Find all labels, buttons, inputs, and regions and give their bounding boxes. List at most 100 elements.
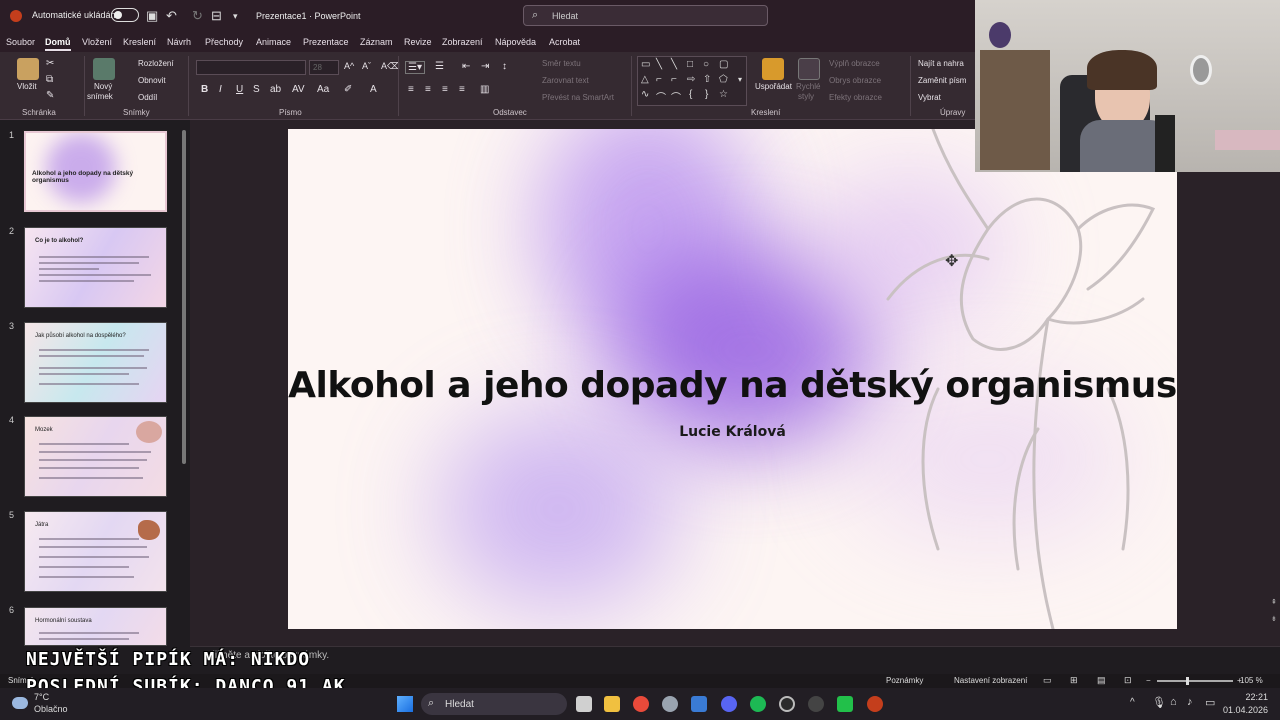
grow-font-icon[interactable]: A^ bbox=[344, 61, 354, 71]
select-button[interactable]: Vybrat bbox=[918, 93, 941, 102]
scroll-up-icon[interactable]: ⇞ bbox=[1271, 598, 1277, 606]
bold-icon[interactable]: B bbox=[201, 84, 208, 95]
oval-shape-icon[interactable]: ○ bbox=[703, 59, 709, 70]
increase-indent-icon[interactable]: ⇥ bbox=[481, 61, 489, 72]
notes-toggle-button[interactable]: Poznámky bbox=[886, 676, 923, 685]
search-box[interactable]: ⌕ Hledat bbox=[523, 5, 768, 26]
chrome-icon[interactable] bbox=[633, 696, 649, 712]
numbering-icon[interactable]: ☰ bbox=[435, 61, 444, 72]
discord-icon[interactable] bbox=[721, 696, 737, 712]
shapes-gallery[interactable]: ▭ ╲ ╲ □ ○ ▢ △ ⌐ ⌐ ⇨ ⇧ ⬠ ∿ ⌒ ⌒ { } ☆ ▾ bbox=[637, 56, 747, 106]
spacing-icon[interactable]: AV bbox=[292, 84, 305, 95]
slide-subtitle[interactable]: Lucie Králová bbox=[288, 424, 1177, 440]
underline-icon[interactable]: U bbox=[236, 84, 243, 95]
brace-shape-icon[interactable]: } bbox=[705, 89, 708, 100]
arrow-shape-icon[interactable]: ⇧ bbox=[703, 74, 711, 85]
arc-shape-icon[interactable]: ⌒ bbox=[656, 89, 666, 104]
slide-title[interactable]: Alkohol a jeho dopady na dětský organism… bbox=[288, 365, 1177, 406]
customize-qat-icon[interactable]: ▾ bbox=[233, 11, 238, 22]
clear-format-icon[interactable]: A⌫ bbox=[381, 61, 400, 72]
scroll-down-icon[interactable]: ⇟ bbox=[1271, 615, 1277, 623]
arrange-button[interactable]: Uspořádat bbox=[755, 82, 792, 91]
reset-button[interactable]: Obnovit bbox=[138, 76, 166, 85]
connector-shape-icon[interactable]: ⌐ bbox=[671, 74, 677, 85]
tab-insert[interactable]: Vložení bbox=[82, 37, 112, 47]
slide-thumbnail-5[interactable]: Játra bbox=[24, 511, 167, 592]
weather-temp[interactable]: 7°C bbox=[34, 692, 49, 702]
arrow-shape-icon[interactable]: ⇨ bbox=[687, 74, 695, 85]
volume-icon[interactable]: ♪ bbox=[1187, 696, 1193, 708]
arrange-icon[interactable] bbox=[762, 58, 784, 80]
columns-icon[interactable]: ▥ bbox=[480, 84, 489, 95]
network-icon[interactable]: ⌂ bbox=[1170, 696, 1177, 708]
arc-shape-icon[interactable]: ⌒ bbox=[671, 89, 681, 104]
slide-thumbnail-2[interactable]: Co je to alkohol? bbox=[24, 227, 167, 308]
line-spacing-icon[interactable]: ↕ bbox=[502, 61, 507, 72]
shape-fill-button[interactable]: Výplň obrazce bbox=[829, 59, 880, 68]
weather-text[interactable]: Oblačno bbox=[34, 704, 68, 714]
star-shape-icon[interactable]: ☆ bbox=[719, 89, 728, 100]
cut-icon[interactable]: ✂ bbox=[46, 58, 54, 69]
clock-time[interactable]: 22:21 bbox=[1222, 692, 1268, 702]
tab-help[interactable]: Nápověda bbox=[495, 37, 536, 47]
slide-thumbnail-1[interactable]: Alkohol a jeho dopady na dětský organism… bbox=[24, 131, 167, 212]
zoom-slider[interactable] bbox=[1157, 680, 1233, 682]
photos-icon[interactable] bbox=[691, 696, 707, 712]
align-right-icon[interactable]: ≡ bbox=[442, 84, 448, 95]
save-icon[interactable]: ▣ bbox=[146, 8, 158, 24]
section-button[interactable]: Oddíl bbox=[138, 93, 157, 102]
rectangle-shape-icon[interactable]: □ bbox=[687, 59, 693, 70]
strikethrough-icon[interactable]: ab bbox=[270, 84, 281, 95]
tab-acrobat[interactable]: Acrobat bbox=[549, 37, 580, 47]
tab-transitions[interactable]: Přechody bbox=[205, 37, 243, 47]
font-size-input[interactable]: 28 bbox=[309, 60, 339, 75]
thumbnail-scrollbar[interactable] bbox=[182, 130, 186, 464]
notes-pane[interactable]: Klikněte a vložte poznámky. bbox=[190, 646, 1280, 674]
spotify-icon[interactable] bbox=[750, 696, 766, 712]
slideshow-view-icon[interactable]: ⊡ bbox=[1124, 675, 1132, 686]
autosave-toggle[interactable] bbox=[111, 8, 139, 22]
tab-review[interactable]: Revize bbox=[404, 37, 432, 47]
tab-design[interactable]: Návrh bbox=[167, 37, 191, 47]
highlight-icon[interactable]: ✐ bbox=[344, 84, 352, 95]
app-icon[interactable] bbox=[808, 696, 824, 712]
font-color-icon[interactable]: A bbox=[370, 84, 377, 95]
slide-thumbnail-4[interactable]: Mozek bbox=[24, 416, 167, 497]
zoom-slider-thumb[interactable] bbox=[1186, 677, 1189, 685]
file-explorer-icon[interactable] bbox=[604, 696, 620, 712]
new-slide-icon[interactable] bbox=[93, 58, 115, 80]
shape-effects-button[interactable]: Efekty obrazce bbox=[829, 93, 882, 102]
justify-icon[interactable]: ≡ bbox=[459, 84, 465, 95]
powerpoint-taskbar-icon[interactable] bbox=[867, 696, 883, 712]
zoom-level[interactable]: 105 % bbox=[1240, 676, 1263, 685]
view-settings-button[interactable]: Nastavení zobrazení bbox=[954, 676, 1027, 685]
replace-button[interactable]: Zaměnit písm bbox=[918, 76, 966, 85]
clock-date[interactable]: 01.04.2026 bbox=[1222, 705, 1268, 715]
triangle-shape-icon[interactable]: △ bbox=[641, 74, 649, 85]
tab-file[interactable]: Soubor bbox=[6, 37, 35, 47]
taskbar-search[interactable]: ⌕ Hledat bbox=[421, 693, 567, 715]
shadow-icon[interactable]: S bbox=[253, 84, 260, 95]
redo-icon[interactable]: ↻ bbox=[192, 8, 203, 24]
line-shape-icon[interactable]: ╲ bbox=[656, 59, 662, 70]
format-painter-icon[interactable]: ✎ bbox=[46, 90, 54, 101]
connector-shape-icon[interactable]: ⌐ bbox=[656, 74, 662, 85]
battery-icon[interactable]: ▭ bbox=[1205, 696, 1215, 709]
paste-icon[interactable] bbox=[17, 58, 39, 80]
quick-styles-label-2[interactable]: styly bbox=[798, 92, 814, 101]
task-view-icon[interactable] bbox=[576, 696, 592, 712]
tab-record[interactable]: Záznam bbox=[360, 37, 393, 47]
rounded-rect-shape-icon[interactable]: ▢ bbox=[719, 59, 728, 70]
app-icon[interactable] bbox=[837, 696, 853, 712]
convert-smartart-button[interactable]: Převést na SmartArt bbox=[542, 93, 614, 102]
pentagon-shape-icon[interactable]: ⬠ bbox=[719, 74, 728, 85]
normal-view-icon[interactable]: ▭ bbox=[1043, 675, 1052, 686]
decrease-indent-icon[interactable]: ⇤ bbox=[462, 61, 470, 72]
tab-slideshow[interactable]: Prezentace bbox=[303, 37, 349, 47]
change-case-icon[interactable]: Aa bbox=[317, 84, 329, 95]
new-slide-label-2[interactable]: snímek bbox=[87, 92, 113, 101]
quick-styles-label-1[interactable]: Rychlé bbox=[796, 82, 820, 91]
curve-shape-icon[interactable]: ∿ bbox=[641, 89, 649, 100]
italic-icon[interactable]: I bbox=[219, 84, 222, 95]
slide-thumbnail-6[interactable]: Hormonální soustava bbox=[24, 607, 167, 646]
